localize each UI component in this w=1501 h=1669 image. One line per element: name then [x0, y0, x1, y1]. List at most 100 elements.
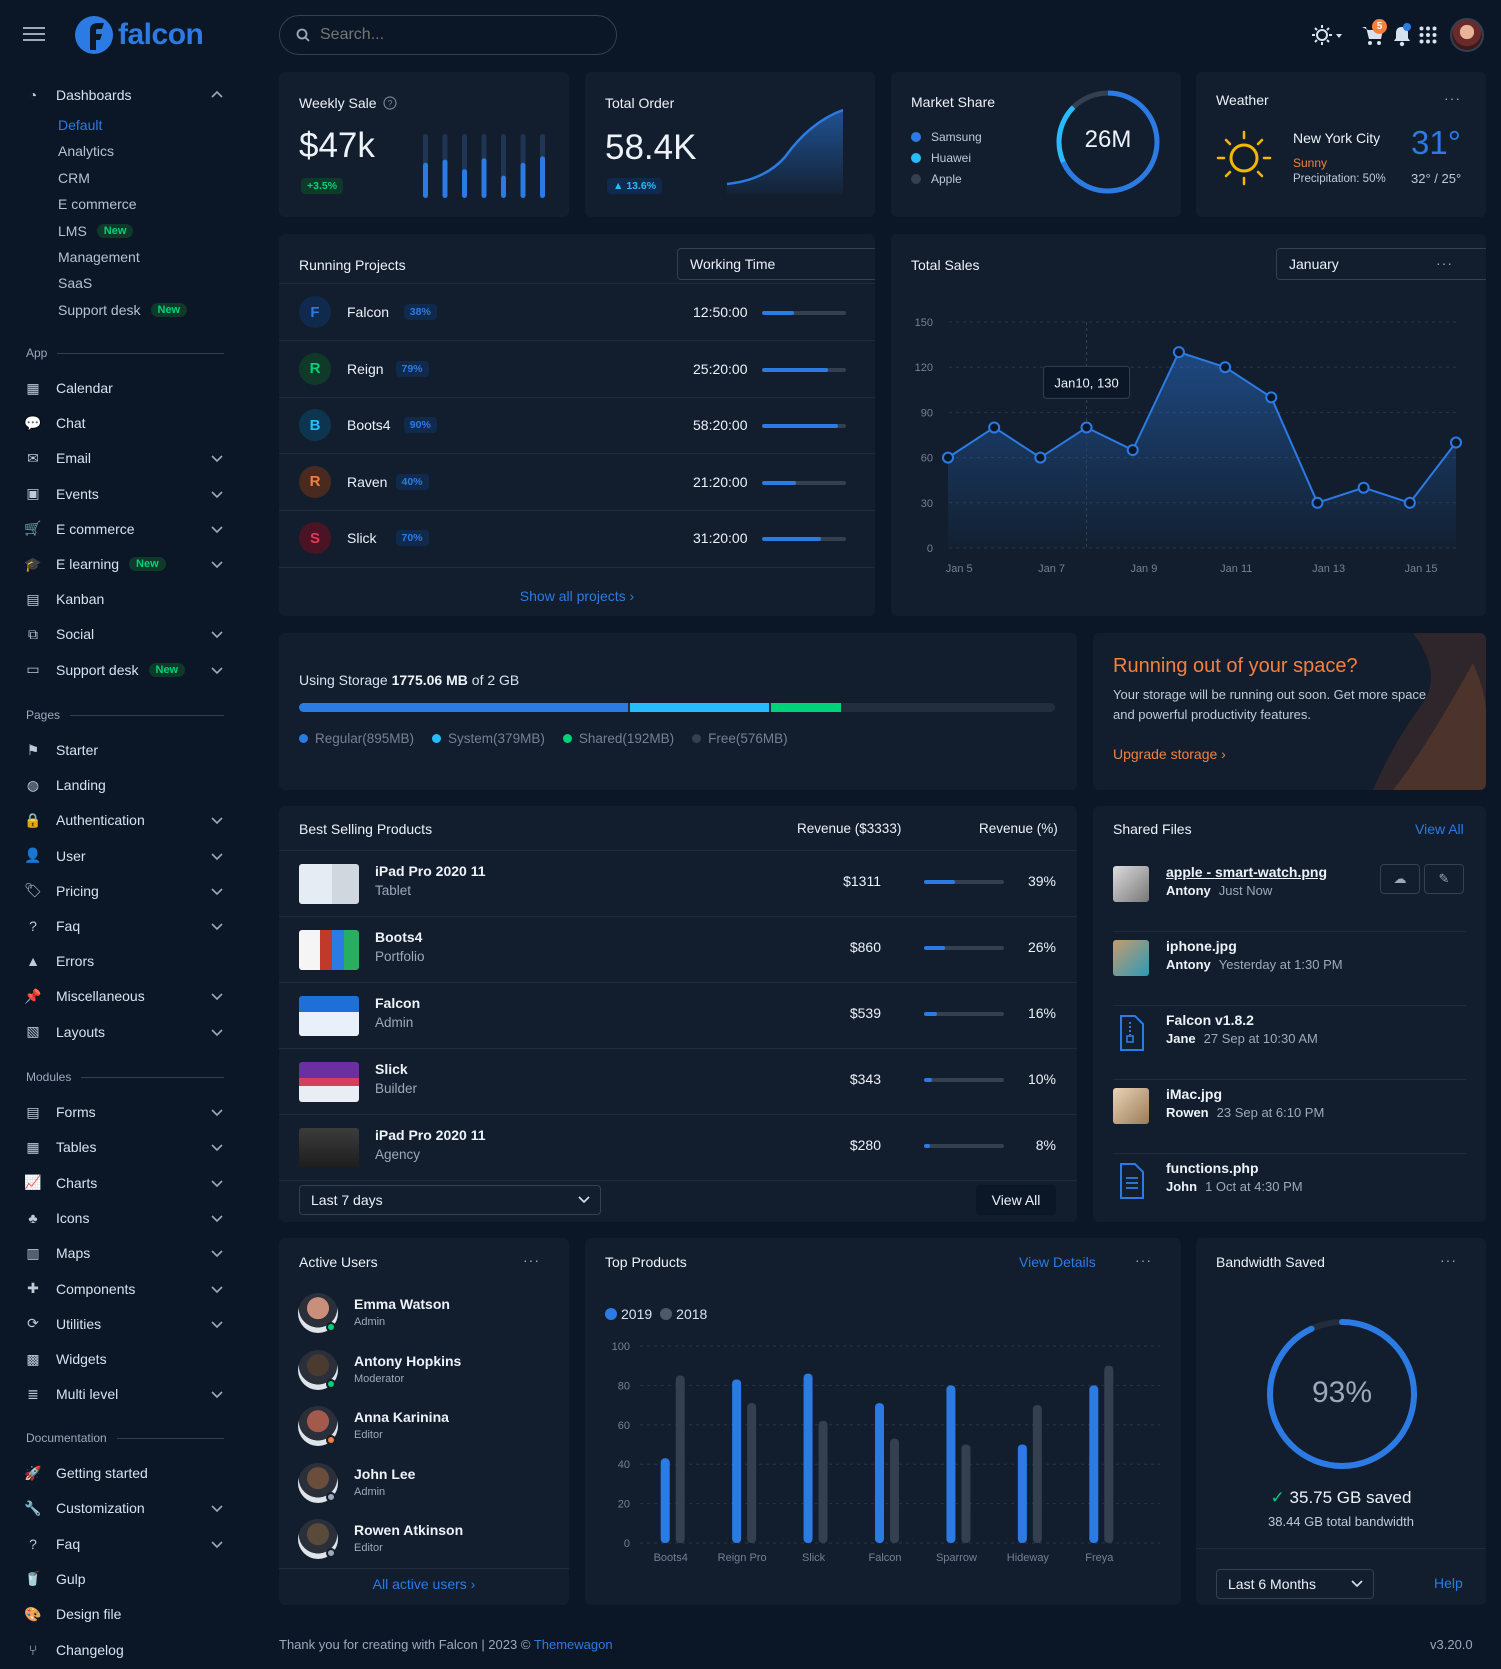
edit-icon[interactable]: ✎	[1424, 864, 1464, 894]
dashboard-link-crm[interactable]: CRM	[58, 167, 90, 189]
sidebar-item-user[interactable]: 👤 User	[24, 843, 224, 869]
product-row[interactable]: Falcon Admin $539 16%	[279, 983, 1077, 1049]
sales-point[interactable]	[1172, 346, 1185, 359]
sidebar-item-kanban[interactable]: ▤ Kanban	[24, 586, 224, 612]
bar-sparrow-2019[interactable]	[946, 1385, 956, 1543]
sidebar-item-miscellaneous[interactable]: 📌 Miscellaneous	[24, 983, 224, 1009]
menu-toggle-icon[interactable]	[23, 26, 45, 42]
project-row[interactable]: R Raven 40% 21:20:00	[279, 454, 875, 511]
notification-bell-icon[interactable]	[1390, 22, 1414, 48]
sidebar-item-chat[interactable]: 💬 Chat	[24, 410, 224, 436]
bar-hideway-2019[interactable]	[1017, 1444, 1027, 1544]
product-row[interactable]: Slick Builder $343 10%	[279, 1049, 1077, 1115]
sidebar-item-authentication[interactable]: 🔒 Authentication	[24, 807, 224, 833]
sidebar-item-tables[interactable]: ▦ Tables	[24, 1134, 224, 1160]
sales-point[interactable]	[1403, 496, 1416, 509]
brand-logo[interactable]: falcon	[72, 14, 204, 56]
sidebar-item-errors[interactable]: ▲ Errors	[24, 948, 224, 974]
sales-point[interactable]	[988, 421, 1001, 434]
bar-slick-2019[interactable]	[803, 1373, 813, 1543]
shared-file-row[interactable]: iMac.jpg Rowen 23 Sep at 6:10 PM	[1093, 1080, 1486, 1154]
sidebar-item-faq[interactable]: ? Faq	[24, 913, 224, 939]
info-icon[interactable]: ?	[382, 96, 397, 110]
month-select[interactable]: January	[1276, 248, 1486, 280]
period-select[interactable]: Last 7 days	[299, 1185, 601, 1215]
shared-file-row[interactable]: functions.php John 1 Oct at 4:30 PM	[1093, 1154, 1486, 1228]
bar-slick-2018[interactable]	[818, 1420, 828, 1543]
sidebar-item-events[interactable]: ▣ Events	[24, 481, 224, 507]
sidebar-item-widgets[interactable]: ▩ Widgets	[24, 1346, 224, 1372]
sales-point[interactable]	[1080, 421, 1093, 434]
legend-item[interactable]: 2019	[605, 1306, 652, 1322]
sidebar-item-forms[interactable]: ▤ Forms	[24, 1099, 224, 1125]
dashboard-link-analytics[interactable]: Analytics	[58, 140, 114, 162]
legend-item[interactable]: 2018	[660, 1306, 707, 1322]
sidebar-item-social[interactable]: ⧉ Social	[24, 621, 224, 647]
active-user-row[interactable]: Antony Hopkins Moderator	[279, 1347, 569, 1399]
sidebar-item-calendar[interactable]: ▦ Calendar	[24, 375, 224, 401]
dashboard-link-management[interactable]: Management	[58, 246, 140, 268]
sales-point[interactable]	[1450, 436, 1462, 449]
bar-freya-2019[interactable]	[1089, 1385, 1099, 1543]
sidebar-item-gulp[interactable]: 🥤 Gulp	[24, 1566, 224, 1592]
sidebar-item-getting-started[interactable]: 🚀 Getting started	[24, 1460, 224, 1486]
bar-hideway-2018[interactable]	[1032, 1405, 1042, 1543]
sales-point[interactable]	[1357, 481, 1370, 494]
sidebar-item-icons[interactable]: ♣ Icons	[24, 1205, 224, 1231]
shared-file-row[interactable]: Falcon v1.8.2 Jane 27 Sep at 10:30 AM	[1093, 1006, 1486, 1080]
project-row[interactable]: S Slick 70% 31:20:00	[279, 510, 875, 566]
sidebar-item-layouts[interactable]: ▧ Layouts	[24, 1019, 224, 1045]
dashboard-link-saas[interactable]: SaaS	[58, 272, 92, 294]
bandwidth-more-icon[interactable]: ···	[1440, 1252, 1457, 1268]
bar-falcon-2019[interactable]	[875, 1403, 884, 1543]
shared-file-row[interactable]: apple - smart-watch.png Antony Just Now ☁ ✎	[1093, 858, 1486, 932]
dashboard-link-e-commerce[interactable]: E commerce	[58, 193, 137, 215]
project-row[interactable]: R Reign 79% 25:20:00	[279, 341, 875, 398]
sidebar-item-starter[interactable]: ⚑ Starter	[24, 737, 224, 763]
theme-toggle-icon[interactable]	[1312, 24, 1344, 46]
show-all-projects-link[interactable]: Show all projects ›	[279, 588, 875, 604]
bar-reign-pro-2018[interactable]	[747, 1403, 757, 1543]
search-box[interactable]	[279, 15, 617, 55]
active-user-row[interactable]: John Lee Admin	[279, 1460, 569, 1512]
cloud-download-icon[interactable]: ☁	[1380, 864, 1420, 894]
sidebar-item-components[interactable]: ✚ Components	[24, 1276, 224, 1302]
dashboard-link-lms[interactable]: LMS New	[58, 220, 134, 242]
dashboard-link-support-desk[interactable]: Support desk New	[58, 299, 188, 321]
sales-point[interactable]	[942, 451, 954, 464]
product-row[interactable]: iPad Pro 2020 11 Tablet $1311 39%	[279, 851, 1077, 917]
search-input[interactable]	[320, 26, 580, 44]
shared-files-view-all-link[interactable]: View All	[1415, 821, 1464, 837]
sales-point[interactable]	[1126, 444, 1139, 457]
upgrade-storage-link[interactable]: Upgrade storage ›	[1113, 746, 1226, 762]
sidebar-item-charts[interactable]: 📈 Charts	[24, 1170, 224, 1196]
sidebar-item-changelog[interactable]: ⑂ Changelog	[24, 1637, 224, 1663]
sales-point[interactable]	[1219, 361, 1232, 374]
product-row[interactable]: iPad Pro 2020 11 Agency $280 8%	[279, 1115, 1077, 1181]
bar-reign-pro-2019[interactable]	[732, 1379, 742, 1543]
active-user-row[interactable]: Anna Karinina Editor	[279, 1403, 569, 1455]
bar-boots4-2018[interactable]	[675, 1375, 685, 1543]
working-time-select[interactable]: Working Time	[677, 248, 875, 280]
best-selling-view-all-button[interactable]: View All	[976, 1185, 1056, 1215]
view-details-link[interactable]: View Details	[1019, 1254, 1096, 1270]
sidebar-item-landing[interactable]: ◍ Landing	[24, 772, 224, 798]
sidebar-item-multi-level[interactable]: ≣ Multi level	[24, 1381, 224, 1407]
sidebar-item-design-file[interactable]: 🎨 Design file	[24, 1601, 224, 1627]
bar-boots4-2019[interactable]	[660, 1458, 670, 1543]
sidebar-item-utilities[interactable]: ⟳ Utilities	[24, 1311, 224, 1337]
total-sales-more-icon[interactable]: ···	[1436, 255, 1453, 271]
bar-sparrow-2018[interactable]	[961, 1444, 971, 1544]
sales-point[interactable]	[1311, 496, 1324, 509]
all-active-users-link[interactable]: All active users ›	[279, 1576, 569, 1592]
sales-point[interactable]	[1265, 391, 1278, 404]
sidebar-item-pricing[interactable]: 🏷 Pricing	[24, 878, 224, 904]
project-row[interactable]: B Boots4 90% 58:20:00	[279, 397, 875, 455]
active-users-more-icon[interactable]: ···	[523, 1252, 540, 1268]
bar-freya-2018[interactable]	[1104, 1365, 1114, 1543]
sidebar-item-e-learning[interactable]: 🎓 E learning New	[24, 551, 224, 577]
cart-icon[interactable]: 5	[1360, 19, 1387, 48]
project-row[interactable]: F Falcon 38% 12:50:00	[279, 284, 875, 341]
top-products-more-icon[interactable]: ···	[1135, 1252, 1152, 1268]
weather-more-icon[interactable]: ···	[1444, 90, 1461, 106]
